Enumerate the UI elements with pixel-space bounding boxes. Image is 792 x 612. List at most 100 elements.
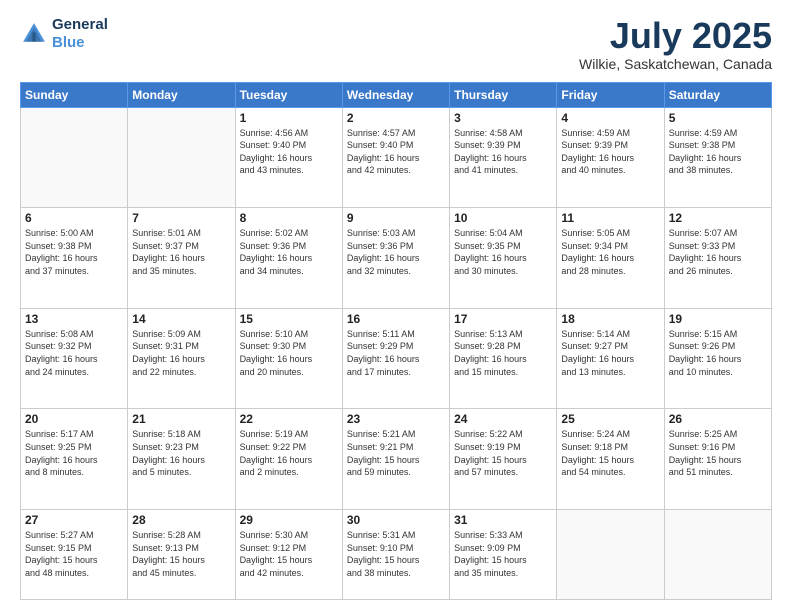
calendar-cell [664, 509, 771, 599]
calendar-header-saturday: Saturday [664, 82, 771, 107]
calendar-cell: 1 Sunrise: 4:56 AM Sunset: 9:40 PM Daylig… [235, 107, 342, 208]
calendar-cell: 13 Sunrise: 5:08 AM Sunset: 9:32 PM Dayli… [21, 308, 128, 409]
calendar-cell: 27 Sunrise: 5:27 AM Sunset: 9:15 PM Dayli… [21, 509, 128, 599]
day-info: Sunrise: 5:08 AM Sunset: 9:32 PM Dayligh… [25, 328, 123, 378]
day-number: 10 [454, 211, 552, 225]
calendar-cell: 12 Sunrise: 5:07 AM Sunset: 9:33 PM Dayli… [664, 208, 771, 309]
day-number: 31 [454, 513, 552, 527]
day-info: Sunrise: 5:27 AM Sunset: 9:15 PM Dayligh… [25, 529, 123, 579]
day-info: Sunrise: 5:13 AM Sunset: 9:28 PM Dayligh… [454, 328, 552, 378]
calendar-cell: 18 Sunrise: 5:14 AM Sunset: 9:27 PM Dayli… [557, 308, 664, 409]
logo-icon [20, 20, 48, 48]
calendar-cell [128, 107, 235, 208]
day-info: Sunrise: 5:21 AM Sunset: 9:21 PM Dayligh… [347, 428, 445, 478]
day-number: 3 [454, 111, 552, 125]
day-number: 18 [561, 312, 659, 326]
calendar-cell: 3 Sunrise: 4:58 AM Sunset: 9:39 PM Daylig… [450, 107, 557, 208]
calendar-week-row-2: 6Sunrise: 5:00 AM Sunset: 9:38 PM Daylig… [21, 208, 772, 309]
day-info: Sunrise: 5:09 AM Sunset: 9:31 PM Dayligh… [132, 328, 230, 378]
title-section: July 2025 Wilkie, Saskatchewan, Canada [579, 16, 772, 72]
day-info: Sunrise: 5:31 AM Sunset: 9:10 PM Dayligh… [347, 529, 445, 579]
calendar-header-monday: Monday [128, 82, 235, 107]
day-number: 25 [561, 412, 659, 426]
day-number: 23 [347, 412, 445, 426]
main-title: July 2025 [579, 16, 772, 56]
day-number: 1 [240, 111, 338, 125]
day-info: Sunrise: 5:05 AM Sunset: 9:34 PM Dayligh… [561, 227, 659, 277]
day-number: 28 [132, 513, 230, 527]
calendar-cell: 25 Sunrise: 5:24 AM Sunset: 9:18 PM Dayli… [557, 409, 664, 510]
calendar-header-sunday: Sunday [21, 82, 128, 107]
calendar-cell: 9Sunrise: 5:03 AM Sunset: 9:36 PM Daylig… [342, 208, 449, 309]
day-number: 27 [25, 513, 123, 527]
day-number: 11 [561, 211, 659, 225]
day-info: Sunrise: 5:25 AM Sunset: 9:16 PM Dayligh… [669, 428, 767, 478]
day-info: Sunrise: 4:57 AM Sunset: 9:40 PM Dayligh… [347, 127, 445, 177]
day-number: 21 [132, 412, 230, 426]
day-info: Sunrise: 5:01 AM Sunset: 9:37 PM Dayligh… [132, 227, 230, 277]
day-number: 19 [669, 312, 767, 326]
day-info: Sunrise: 5:04 AM Sunset: 9:35 PM Dayligh… [454, 227, 552, 277]
day-info: Sunrise: 5:10 AM Sunset: 9:30 PM Dayligh… [240, 328, 338, 378]
day-number: 7 [132, 211, 230, 225]
day-number: 14 [132, 312, 230, 326]
calendar-cell: 17 Sunrise: 5:13 AM Sunset: 9:28 PM Dayli… [450, 308, 557, 409]
logo: General Blue [20, 16, 108, 52]
calendar-header-row: SundayMondayTuesdayWednesdayThursdayFrid… [21, 82, 772, 107]
calendar-cell: 15 Sunrise: 5:10 AM Sunset: 9:30 PM Dayli… [235, 308, 342, 409]
day-info: Sunrise: 4:58 AM Sunset: 9:39 PM Dayligh… [454, 127, 552, 177]
day-info: Sunrise: 5:19 AM Sunset: 9:22 PM Dayligh… [240, 428, 338, 478]
calendar: SundayMondayTuesdayWednesdayThursdayFrid… [20, 82, 772, 600]
day-number: 20 [25, 412, 123, 426]
calendar-week-row-4: 20 Sunrise: 5:17 AM Sunset: 9:25 PM Dayli… [21, 409, 772, 510]
calendar-header-wednesday: Wednesday [342, 82, 449, 107]
day-info: Sunrise: 5:33 AM Sunset: 9:09 PM Dayligh… [454, 529, 552, 579]
calendar-cell [21, 107, 128, 208]
calendar-cell: 22 Sunrise: 5:19 AM Sunset: 9:22 PM Dayli… [235, 409, 342, 510]
day-info: Sunrise: 5:17 AM Sunset: 9:25 PM Dayligh… [25, 428, 123, 478]
day-number: 12 [669, 211, 767, 225]
day-number: 2 [347, 111, 445, 125]
day-number: 8 [240, 211, 338, 225]
day-number: 30 [347, 513, 445, 527]
day-number: 13 [25, 312, 123, 326]
day-number: 5 [669, 111, 767, 125]
calendar-week-row-3: 13 Sunrise: 5:08 AM Sunset: 9:32 PM Dayli… [21, 308, 772, 409]
day-number: 15 [240, 312, 338, 326]
day-info: Sunrise: 5:30 AM Sunset: 9:12 PM Dayligh… [240, 529, 338, 579]
day-number: 26 [669, 412, 767, 426]
calendar-cell: 29Sunrise: 5:30 AM Sunset: 9:12 PM Dayli… [235, 509, 342, 599]
calendar-cell: 11 Sunrise: 5:05 AM Sunset: 9:34 PM Dayli… [557, 208, 664, 309]
subtitle: Wilkie, Saskatchewan, Canada [579, 56, 772, 72]
day-info: Sunrise: 5:18 AM Sunset: 9:23 PM Dayligh… [132, 428, 230, 478]
calendar-header-friday: Friday [557, 82, 664, 107]
calendar-week-row-1: 1 Sunrise: 4:56 AM Sunset: 9:40 PM Daylig… [21, 107, 772, 208]
calendar-cell: 16Sunrise: 5:11 AM Sunset: 9:29 PM Dayli… [342, 308, 449, 409]
day-info: Sunrise: 5:24 AM Sunset: 9:18 PM Dayligh… [561, 428, 659, 478]
day-info: Sunrise: 5:22 AM Sunset: 9:19 PM Dayligh… [454, 428, 552, 478]
day-number: 9 [347, 211, 445, 225]
day-number: 17 [454, 312, 552, 326]
calendar-cell [557, 509, 664, 599]
day-info: Sunrise: 5:15 AM Sunset: 9:26 PM Dayligh… [669, 328, 767, 378]
day-info: Sunrise: 5:07 AM Sunset: 9:33 PM Dayligh… [669, 227, 767, 277]
calendar-cell: 23 Sunrise: 5:21 AM Sunset: 9:21 PM Dayli… [342, 409, 449, 510]
calendar-cell: 2 Sunrise: 4:57 AM Sunset: 9:40 PM Daylig… [342, 107, 449, 208]
calendar-header-thursday: Thursday [450, 82, 557, 107]
day-number: 24 [454, 412, 552, 426]
calendar-cell: 4 Sunrise: 4:59 AM Sunset: 9:39 PM Daylig… [557, 107, 664, 208]
day-number: 22 [240, 412, 338, 426]
calendar-cell: 5 Sunrise: 4:59 AM Sunset: 9:38 PM Daylig… [664, 107, 771, 208]
calendar-cell: 14 Sunrise: 5:09 AM Sunset: 9:31 PM Dayli… [128, 308, 235, 409]
day-info: Sunrise: 4:59 AM Sunset: 9:39 PM Dayligh… [561, 127, 659, 177]
logo-line2: Blue [52, 34, 108, 52]
day-info: Sunrise: 4:59 AM Sunset: 9:38 PM Dayligh… [669, 127, 767, 177]
day-info: Sunrise: 5:28 AM Sunset: 9:13 PM Dayligh… [132, 529, 230, 579]
logo-text: General Blue [52, 16, 108, 52]
day-info: Sunrise: 4:56 AM Sunset: 9:40 PM Dayligh… [240, 127, 338, 177]
logo-line1: General [52, 16, 108, 34]
calendar-cell: 20 Sunrise: 5:17 AM Sunset: 9:25 PM Dayli… [21, 409, 128, 510]
day-info: Sunrise: 5:02 AM Sunset: 9:36 PM Dayligh… [240, 227, 338, 277]
day-info: Sunrise: 5:14 AM Sunset: 9:27 PM Dayligh… [561, 328, 659, 378]
day-number: 4 [561, 111, 659, 125]
